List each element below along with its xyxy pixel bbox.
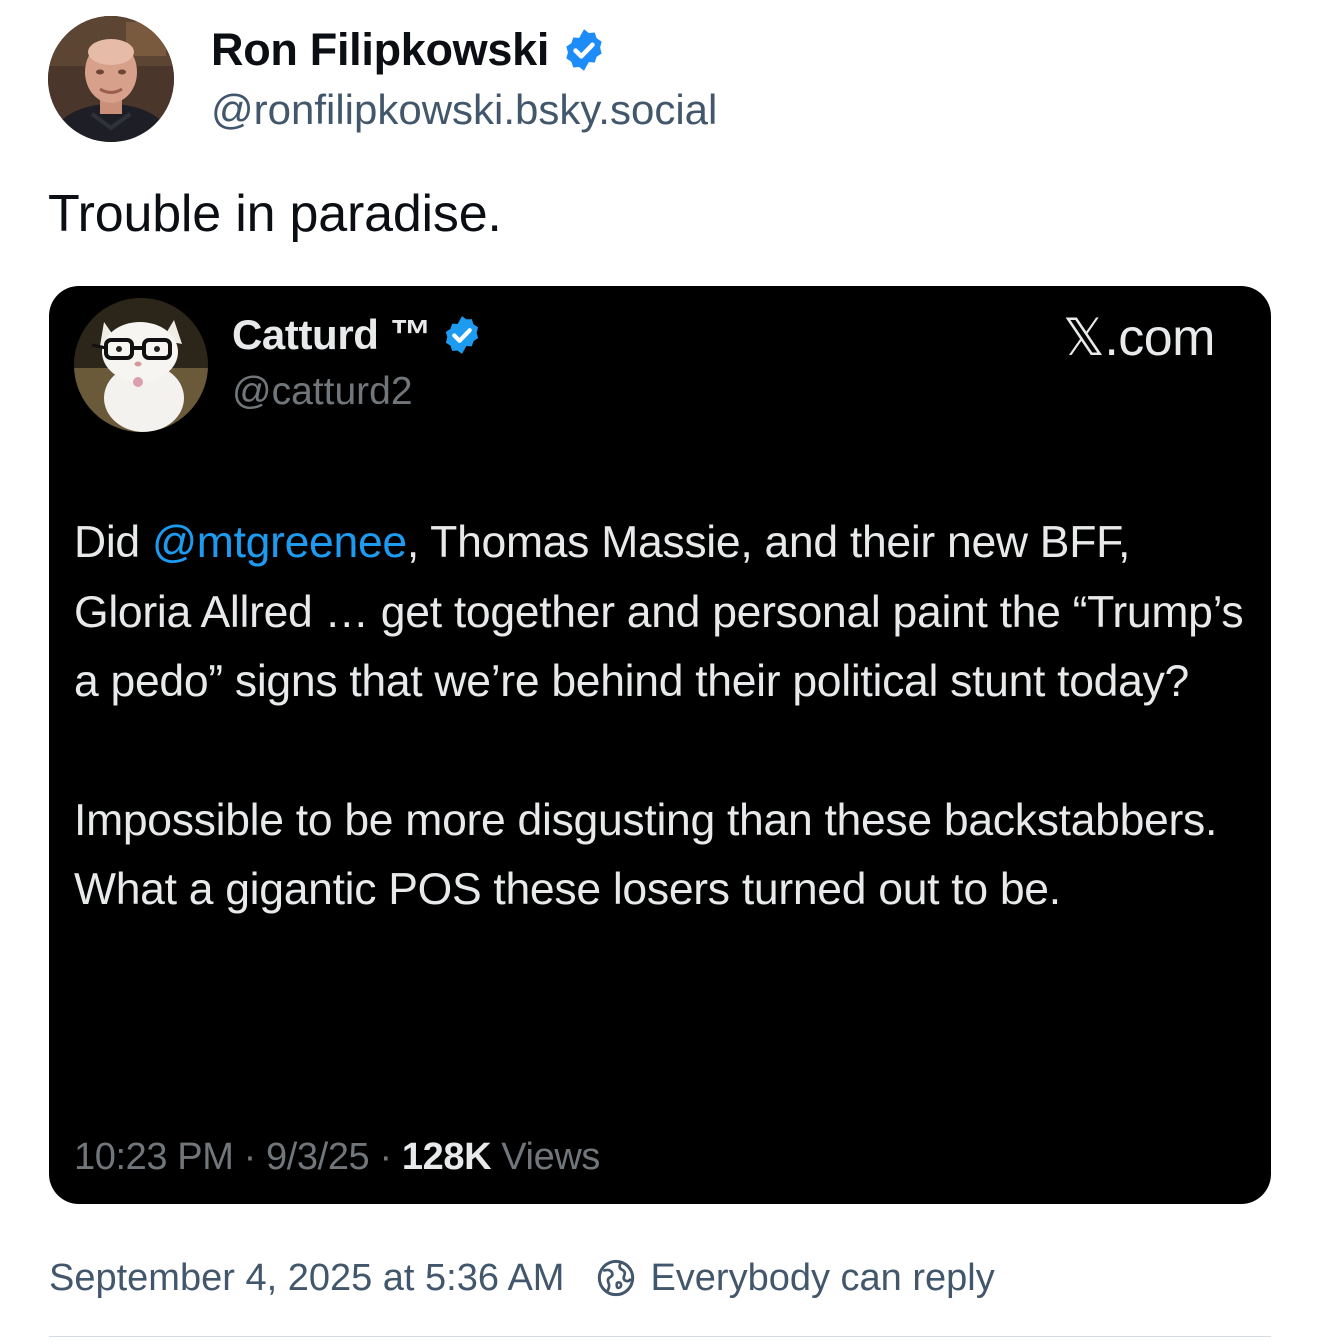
- author-name[interactable]: Ron Filipkowski: [211, 24, 549, 76]
- meta-separator: ·: [233, 1136, 267, 1178]
- embed-author-name: Catturd ™: [232, 311, 432, 358]
- author-name-row: Ron Filipkowski: [211, 22, 607, 78]
- globe-earth-icon: [596, 1258, 636, 1298]
- embedded-image[interactable]: Catturd ™ @catturd2 𝕏.com Did @mtgreenee…: [49, 286, 1271, 1204]
- author-avatar[interactable]: [48, 16, 174, 142]
- embed-tweet-text: Did @mtgreenee, Thomas Massie, and their…: [74, 508, 1254, 925]
- verified-check-icon: [441, 314, 483, 356]
- cat-photo: [74, 298, 208, 432]
- post-footer: September 4, 2025 at 5:36 AM Everybody c…: [49, 1254, 995, 1302]
- embed-paragraph-1: Did @mtgreenee, Thomas Massie, and their…: [74, 508, 1254, 717]
- author-photo: [48, 16, 174, 142]
- embed-date: 9/3/25: [266, 1136, 370, 1178]
- embed-author-handle: @catturd2: [232, 370, 413, 413]
- author-handle[interactable]: @ronfilipkowski.bsky.social: [211, 86, 717, 134]
- verified-check-icon: [561, 27, 607, 73]
- x-brand-logo: 𝕏.com: [1062, 308, 1216, 368]
- divider: [49, 1336, 1271, 1337]
- embed-name-row: Catturd ™: [232, 310, 483, 360]
- post-text: Trouble in paradise.: [48, 185, 502, 243]
- embed-paragraph-2: Impossible to be more disgusting than th…: [74, 795, 1218, 915]
- post-timestamp[interactable]: September 4, 2025 at 5:36 AM: [49, 1257, 564, 1300]
- embed-time: 10:23 PM: [74, 1136, 234, 1178]
- x-logo-icon: 𝕏: [1062, 308, 1105, 368]
- embed-meta: 10:23 PM · 9/3/25 · 128K Views: [74, 1136, 600, 1179]
- embed-views-count: 128K: [401, 1136, 492, 1178]
- embed-author-avatar: [74, 298, 208, 432]
- reply-setting[interactable]: Everybody can reply: [596, 1256, 995, 1300]
- reply-setting-label: Everybody can reply: [650, 1256, 995, 1299]
- embed-text-prefix: Did: [74, 518, 152, 567]
- brand-suffix: .com: [1104, 309, 1215, 367]
- meta-separator: ·: [369, 1136, 402, 1178]
- embed-views-label: Views: [491, 1136, 600, 1178]
- embed-mention: @mtgreenee: [151, 518, 407, 567]
